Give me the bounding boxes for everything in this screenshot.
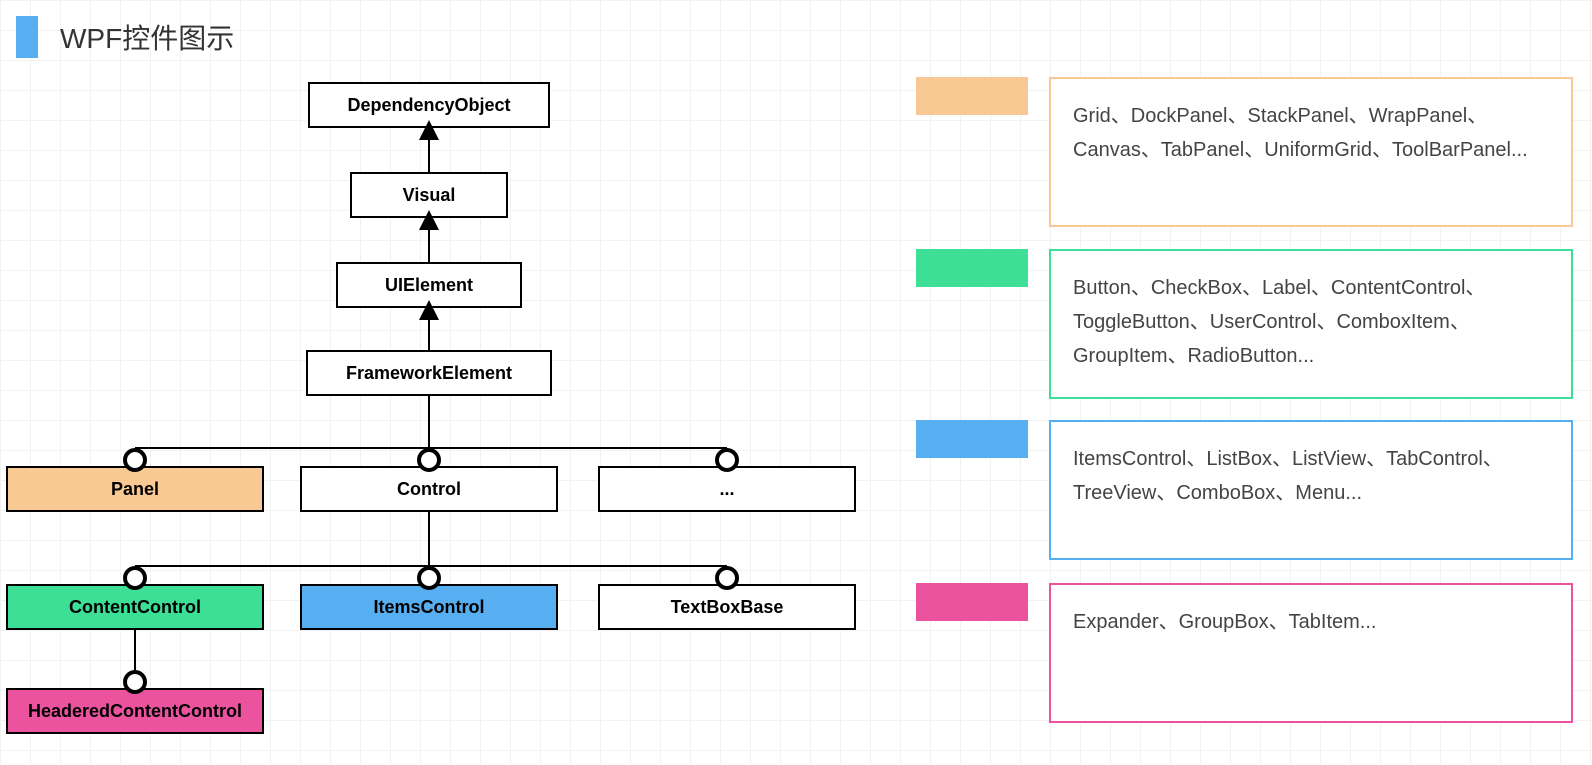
node-headered-content-control: HeaderedContentControl [6,688,264,734]
legend-swatch-green [916,249,1028,287]
node-ellipsis: ... [598,466,856,512]
node-textbox-base: TextBoxBase [598,584,856,630]
node-control: Control [300,466,558,512]
legend-swatch-orange [916,77,1028,115]
legend-box-orange: Grid、DockPanel、StackPanel、WrapPanel、Canv… [1049,77,1573,227]
node-visual: Visual [350,172,508,218]
node-framework-element: FrameworkElement [306,350,552,396]
node-items-control: ItemsControl [300,584,558,630]
node-dependency-object: DependencyObject [308,82,550,128]
legend-box-blue: ItemsControl、ListBox、ListView、TabControl… [1049,420,1573,560]
node-uielement: UIElement [336,262,522,308]
page-title: WPF控件图示 [60,17,234,57]
legend-swatch-blue [916,420,1028,458]
title-accent-bar [16,16,38,58]
legend-box-pink: Expander、GroupBox、TabItem... [1049,583,1573,723]
page-title-row: WPF控件图示 [16,16,234,58]
legend-box-green: Button、CheckBox、Label、ContentControl、Tog… [1049,249,1573,399]
node-panel: Panel [6,466,264,512]
node-content-control: ContentControl [6,584,264,630]
legend-swatch-pink [916,583,1028,621]
